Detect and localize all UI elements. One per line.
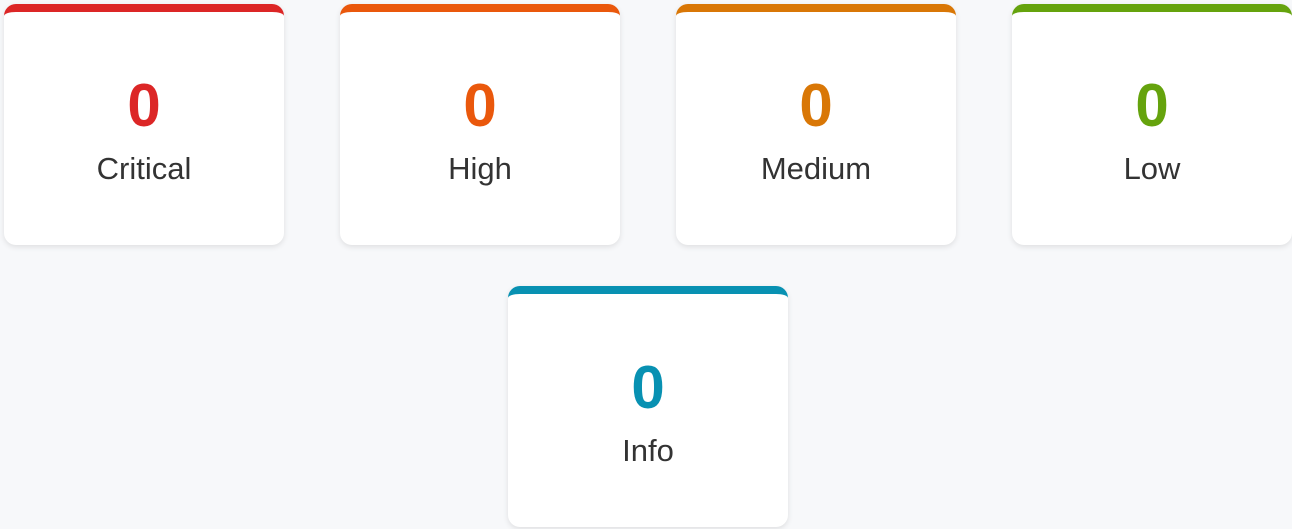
severity-summary: 0 Critical 0 High 0 Medium 0 Low 0 Info <box>0 0 1292 529</box>
severity-card-info: 0 Info <box>508 286 788 527</box>
medium-label: Medium <box>760 151 872 186</box>
info-count: 0 <box>631 354 665 421</box>
severity-card-critical: 0 Critical <box>4 4 284 245</box>
severity-card-high: 0 High <box>340 4 620 245</box>
severity-card-medium: 0 Medium <box>676 4 956 245</box>
low-label: Low <box>1123 151 1181 186</box>
critical-count: 0 <box>127 72 161 139</box>
medium-count: 0 <box>799 72 833 139</box>
severity-card-low: 0 Low <box>1012 4 1292 245</box>
low-count: 0 <box>1135 72 1169 139</box>
info-label: Info <box>622 433 674 468</box>
high-label: High <box>448 151 512 186</box>
critical-label: Critical <box>96 151 192 186</box>
high-count: 0 <box>463 72 497 139</box>
